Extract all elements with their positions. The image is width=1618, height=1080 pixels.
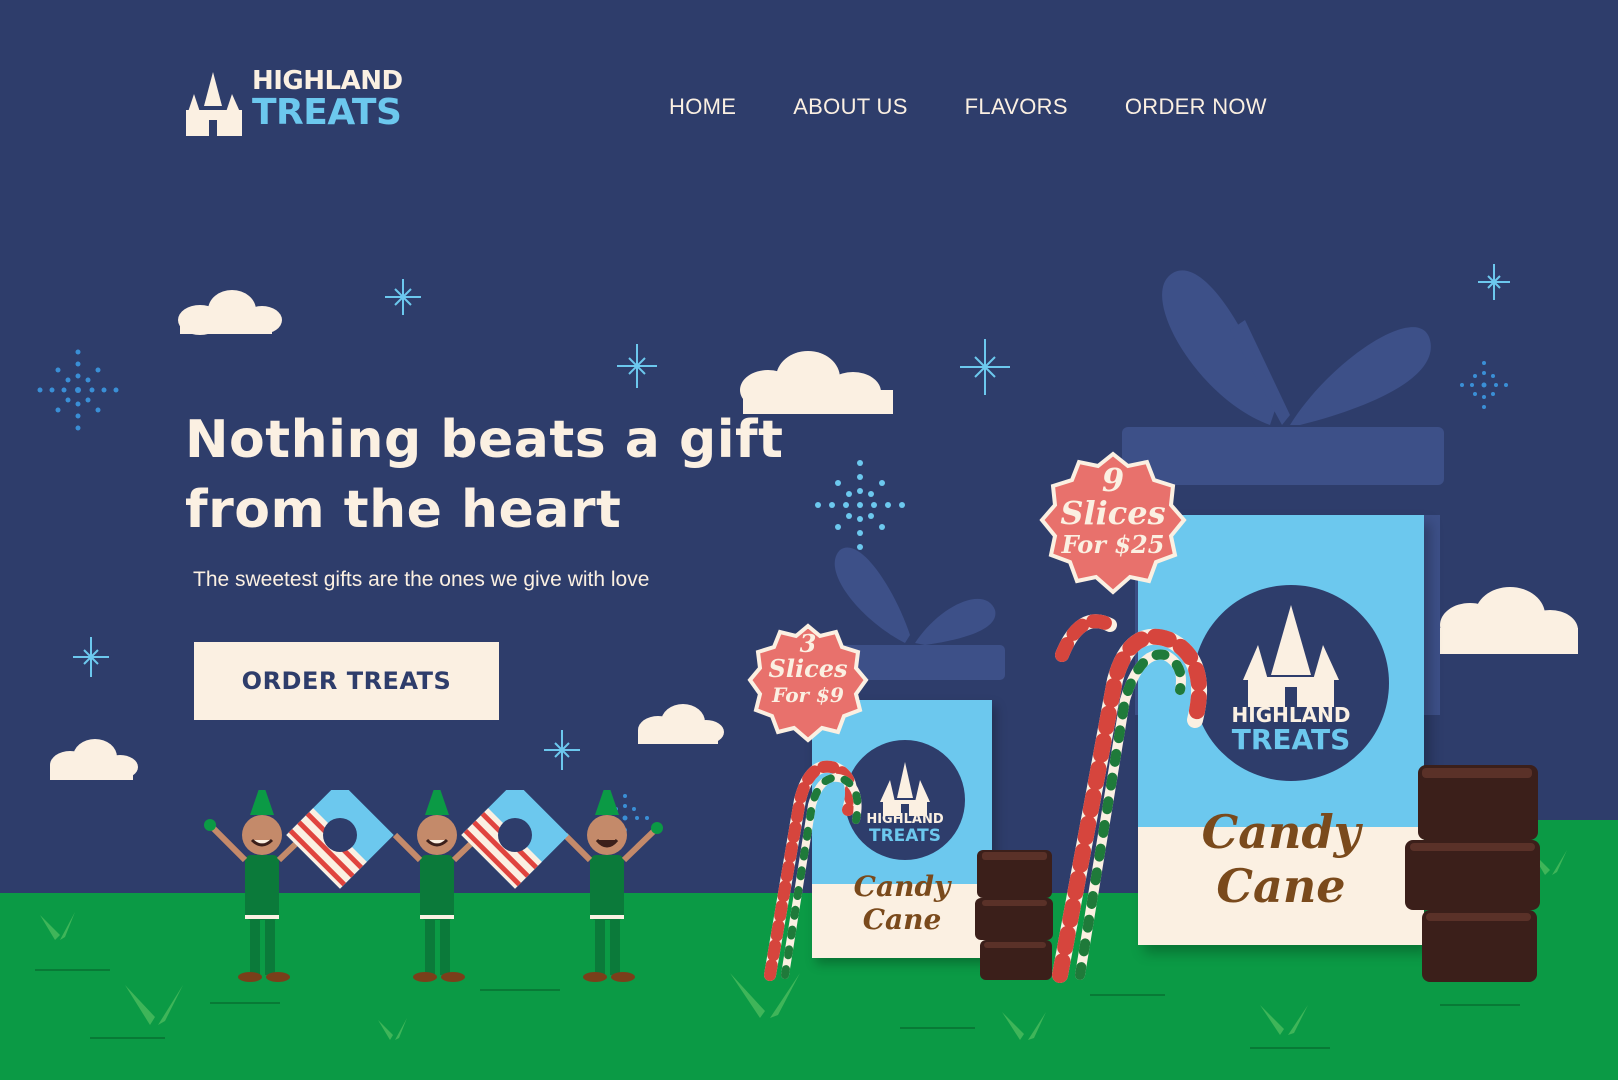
brownies-small-stack bbox=[975, 850, 1053, 980]
order-treats-button[interactable]: ORDER TREATS bbox=[194, 642, 499, 720]
nav-flavors[interactable]: FLAVORS bbox=[965, 94, 1068, 120]
badge-count: 9 bbox=[1101, 461, 1125, 499]
hero-headline: Nothing beats a gift from the heart bbox=[185, 405, 805, 545]
badge-price: For $25 bbox=[1061, 530, 1165, 559]
brownies-large-stack bbox=[1405, 765, 1540, 982]
candy-cane-small bbox=[764, 760, 862, 981]
castle-icon bbox=[186, 72, 242, 136]
badge-count: 3 bbox=[799, 629, 817, 658]
badge-unit: Slices bbox=[1060, 494, 1166, 532]
candy-cane-large bbox=[1052, 614, 1208, 983]
hero-headline-line1: Nothing beats a gift bbox=[185, 410, 784, 470]
nav-home[interactable]: HOME bbox=[669, 94, 736, 120]
main-nav: HOME ABOUT US FLAVORS ORDER NOW bbox=[669, 94, 1267, 120]
hero-headline-line2: from the heart bbox=[185, 480, 622, 540]
hero-subline: The sweetest gifts are the ones we give … bbox=[193, 568, 650, 591]
brand-name-bottom: TREATS bbox=[252, 92, 402, 133]
price-badge-large: 9 Slices For $25 bbox=[1038, 450, 1188, 600]
price-badge-small: 3 Slices For $9 bbox=[746, 622, 870, 746]
brand-logo[interactable]: HIGHLAND TREATS bbox=[182, 66, 407, 138]
badge-price: For $9 bbox=[772, 683, 844, 707]
nav-order-now[interactable]: ORDER NOW bbox=[1125, 94, 1267, 120]
badge-unit: Slices bbox=[768, 654, 848, 683]
nav-about-us[interactable]: ABOUT US bbox=[793, 94, 907, 120]
